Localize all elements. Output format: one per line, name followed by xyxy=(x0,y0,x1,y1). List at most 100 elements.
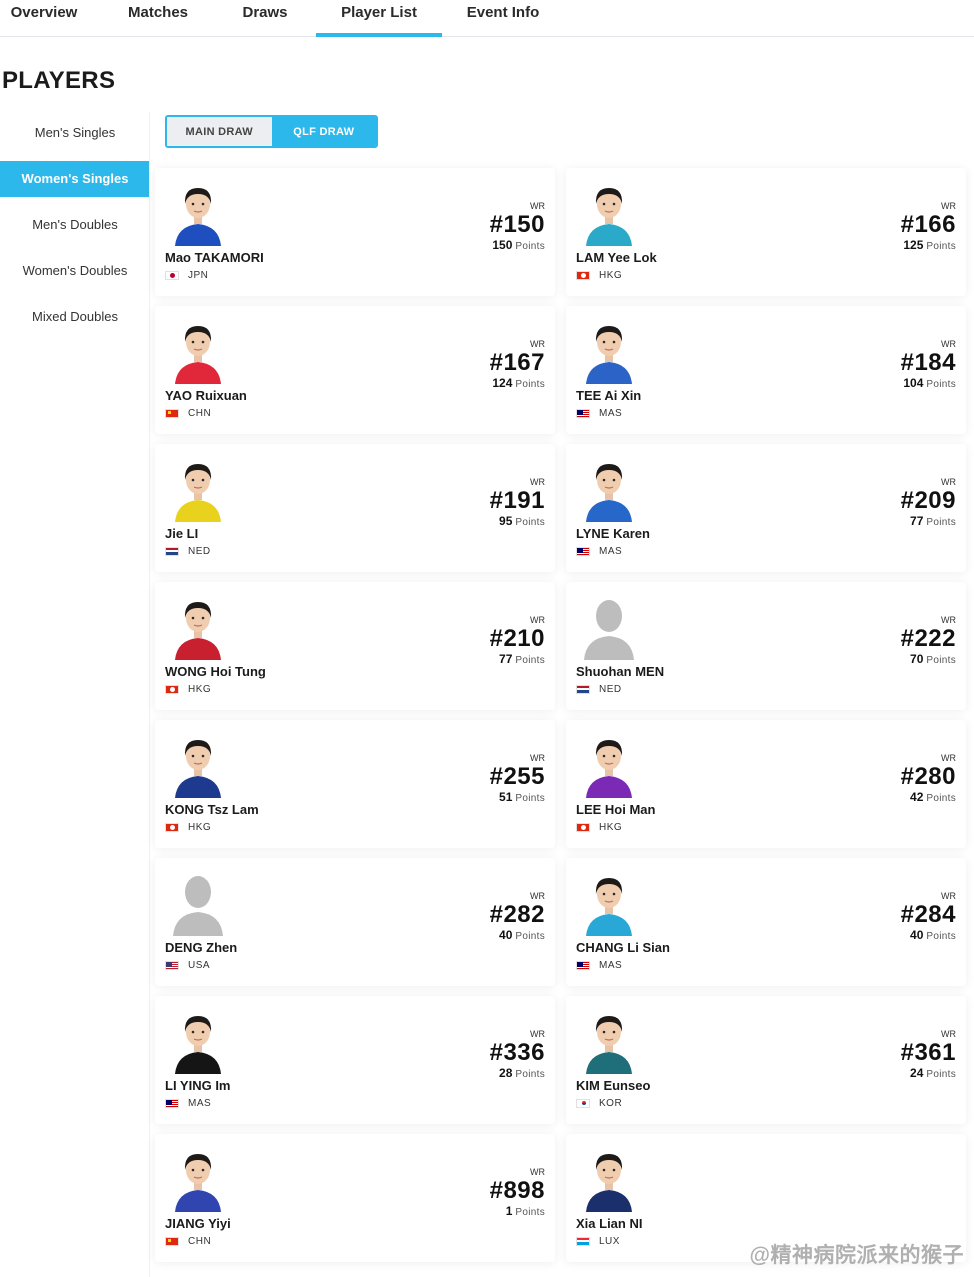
ranking-points: 51 Points xyxy=(499,790,545,804)
player-card[interactable]: YAO Ruixuan CHN WR #167 124 Points xyxy=(155,306,555,434)
flag-icon xyxy=(576,1236,590,1246)
player-photo xyxy=(580,1010,638,1074)
world-rank-label: WR xyxy=(530,891,545,901)
points-label: Points xyxy=(926,517,956,528)
player-card[interactable]: Jie LI NED WR #191 95 Points xyxy=(155,444,555,572)
world-rank-label: WR xyxy=(530,1029,545,1039)
world-rank-label: WR xyxy=(530,477,545,487)
player-card[interactable]: LYNE Karen MAS WR #209 77 Points xyxy=(566,444,966,572)
tab-draws[interactable]: Draws xyxy=(242,0,288,37)
player-card[interactable]: TEE Ai Xin MAS WR #184 104 Points xyxy=(566,306,966,434)
tab-player-list[interactable]: Player List xyxy=(316,0,442,37)
player-card[interactable]: Mao TAKAMORI JPN WR #150 150 Points xyxy=(155,168,555,296)
player-photo xyxy=(169,734,227,798)
player-name[interactable]: Shuohan MEN xyxy=(576,664,664,679)
world-rank: #167 xyxy=(489,349,545,376)
points-label: Points xyxy=(926,931,956,942)
flag-icon xyxy=(165,960,179,970)
qlf-draw-button[interactable]: QLF DRAW xyxy=(271,117,376,146)
points-label: Points xyxy=(926,793,956,804)
points-value: 124 xyxy=(492,376,513,390)
points-label: Points xyxy=(515,517,545,528)
player-photo xyxy=(169,182,227,246)
player-name[interactable]: Jie LI xyxy=(165,526,198,541)
flag-icon xyxy=(165,1236,179,1246)
player-name[interactable]: Xia Lian NI xyxy=(576,1216,642,1231)
points-label: Points xyxy=(515,1207,545,1218)
player-name[interactable]: WONG Hoi Tung xyxy=(165,664,266,679)
player-card[interactable]: LEE Hoi Man HKG WR #280 42 Points xyxy=(566,720,966,848)
player-country: HKG xyxy=(165,821,211,833)
world-rank: #336 xyxy=(489,1039,545,1066)
sidebar-item-womens-doubles[interactable]: Women's Doubles xyxy=(0,253,150,289)
draw-toggle: MAIN DRAW QLF DRAW xyxy=(165,115,378,148)
player-photo xyxy=(580,182,638,246)
player-name[interactable]: KIM Eunseo xyxy=(576,1078,650,1093)
player-name[interactable]: KONG Tsz Lam xyxy=(165,802,259,817)
player-card[interactable]: LAM Yee Lok HKG WR #166 125 Points xyxy=(566,168,966,296)
points-value: 42 xyxy=(910,790,924,804)
ranking-points: 150 Points xyxy=(492,238,545,252)
points-label: Points xyxy=(515,655,545,666)
world-rank-label: WR xyxy=(941,477,956,487)
player-country: LUX xyxy=(576,1235,620,1247)
player-card[interactable]: CHANG Li Sian MAS WR #284 40 Points xyxy=(566,858,966,986)
points-value: 51 xyxy=(499,790,513,804)
player-name[interactable]: LI YING Im xyxy=(165,1078,231,1093)
player-card[interactable]: LI YING Im MAS WR #336 28 Points xyxy=(155,996,555,1124)
player-name[interactable]: DENG Zhen xyxy=(165,940,237,955)
country-code: MAS xyxy=(188,1097,212,1109)
player-card[interactable]: KONG Tsz Lam HKG WR #255 51 Points xyxy=(155,720,555,848)
ranking-points: 42 Points xyxy=(910,790,956,804)
player-name[interactable]: Mao TAKAMORI xyxy=(165,250,264,265)
ranking-points: 125 Points xyxy=(903,238,956,252)
country-code: MAS xyxy=(599,545,623,557)
player-card[interactable]: JIANG Yiyi CHN WR #898 1 Points xyxy=(155,1134,555,1262)
tab-matches[interactable]: Matches xyxy=(126,0,190,37)
world-rank-label: WR xyxy=(530,1167,545,1177)
world-rank: #280 xyxy=(900,763,956,790)
points-label: Points xyxy=(926,1069,956,1080)
player-name[interactable]: TEE Ai Xin xyxy=(576,388,641,403)
sidebar-item-mens-doubles[interactable]: Men's Doubles xyxy=(0,207,150,243)
player-card[interactable]: DENG Zhen USA WR #282 40 Points xyxy=(155,858,555,986)
points-label: Points xyxy=(926,655,956,666)
sidebar-item-mens-singles[interactable]: Men's Singles xyxy=(0,115,150,151)
player-name[interactable]: CHANG Li Sian xyxy=(576,940,670,955)
player-country: NED xyxy=(165,545,211,557)
player-name[interactable]: LYNE Karen xyxy=(576,526,650,541)
player-country: MAS xyxy=(576,407,622,419)
world-rank: #282 xyxy=(489,901,545,928)
country-code: LUX xyxy=(599,1235,620,1247)
sidebar-item-womens-singles[interactable]: Women's Singles xyxy=(0,161,150,197)
country-code: USA xyxy=(188,959,211,971)
player-name[interactable]: JIANG Yiyi xyxy=(165,1216,231,1231)
sidebar-item-mixed-doubles[interactable]: Mixed Doubles xyxy=(0,299,150,335)
tab-event-info[interactable]: Event Info xyxy=(465,0,541,37)
flag-icon xyxy=(576,822,590,832)
player-card[interactable]: Shuohan MEN NED WR #222 70 Points xyxy=(566,582,966,710)
ranking-points: 77 Points xyxy=(910,514,956,528)
points-value: 40 xyxy=(910,928,924,942)
points-label: Points xyxy=(926,379,956,390)
ranking-points: 24 Points xyxy=(910,1066,956,1080)
player-name[interactable]: LAM Yee Lok xyxy=(576,250,657,265)
tab-overview[interactable]: Overview xyxy=(10,0,78,37)
world-rank-label: WR xyxy=(530,201,545,211)
country-code: NED xyxy=(599,683,622,695)
main-draw-button[interactable]: MAIN DRAW xyxy=(167,117,272,146)
world-rank-label: WR xyxy=(941,201,956,211)
world-rank: #166 xyxy=(900,211,956,238)
player-card[interactable]: WONG Hoi Tung HKG WR #210 77 Points xyxy=(155,582,555,710)
player-photo xyxy=(580,872,638,936)
top-navigation: Overview Matches Draws Player List Event… xyxy=(0,0,974,37)
country-code: MAS xyxy=(599,959,623,971)
world-rank-label: WR xyxy=(530,753,545,763)
player-name[interactable]: YAO Ruixuan xyxy=(165,388,247,403)
player-photo xyxy=(169,320,227,384)
ranking-points: 95 Points xyxy=(499,514,545,528)
player-card[interactable]: KIM Eunseo KOR WR #361 24 Points xyxy=(566,996,966,1124)
player-name[interactable]: LEE Hoi Man xyxy=(576,802,655,817)
points-label: Points xyxy=(515,241,545,252)
world-rank: #255 xyxy=(489,763,545,790)
